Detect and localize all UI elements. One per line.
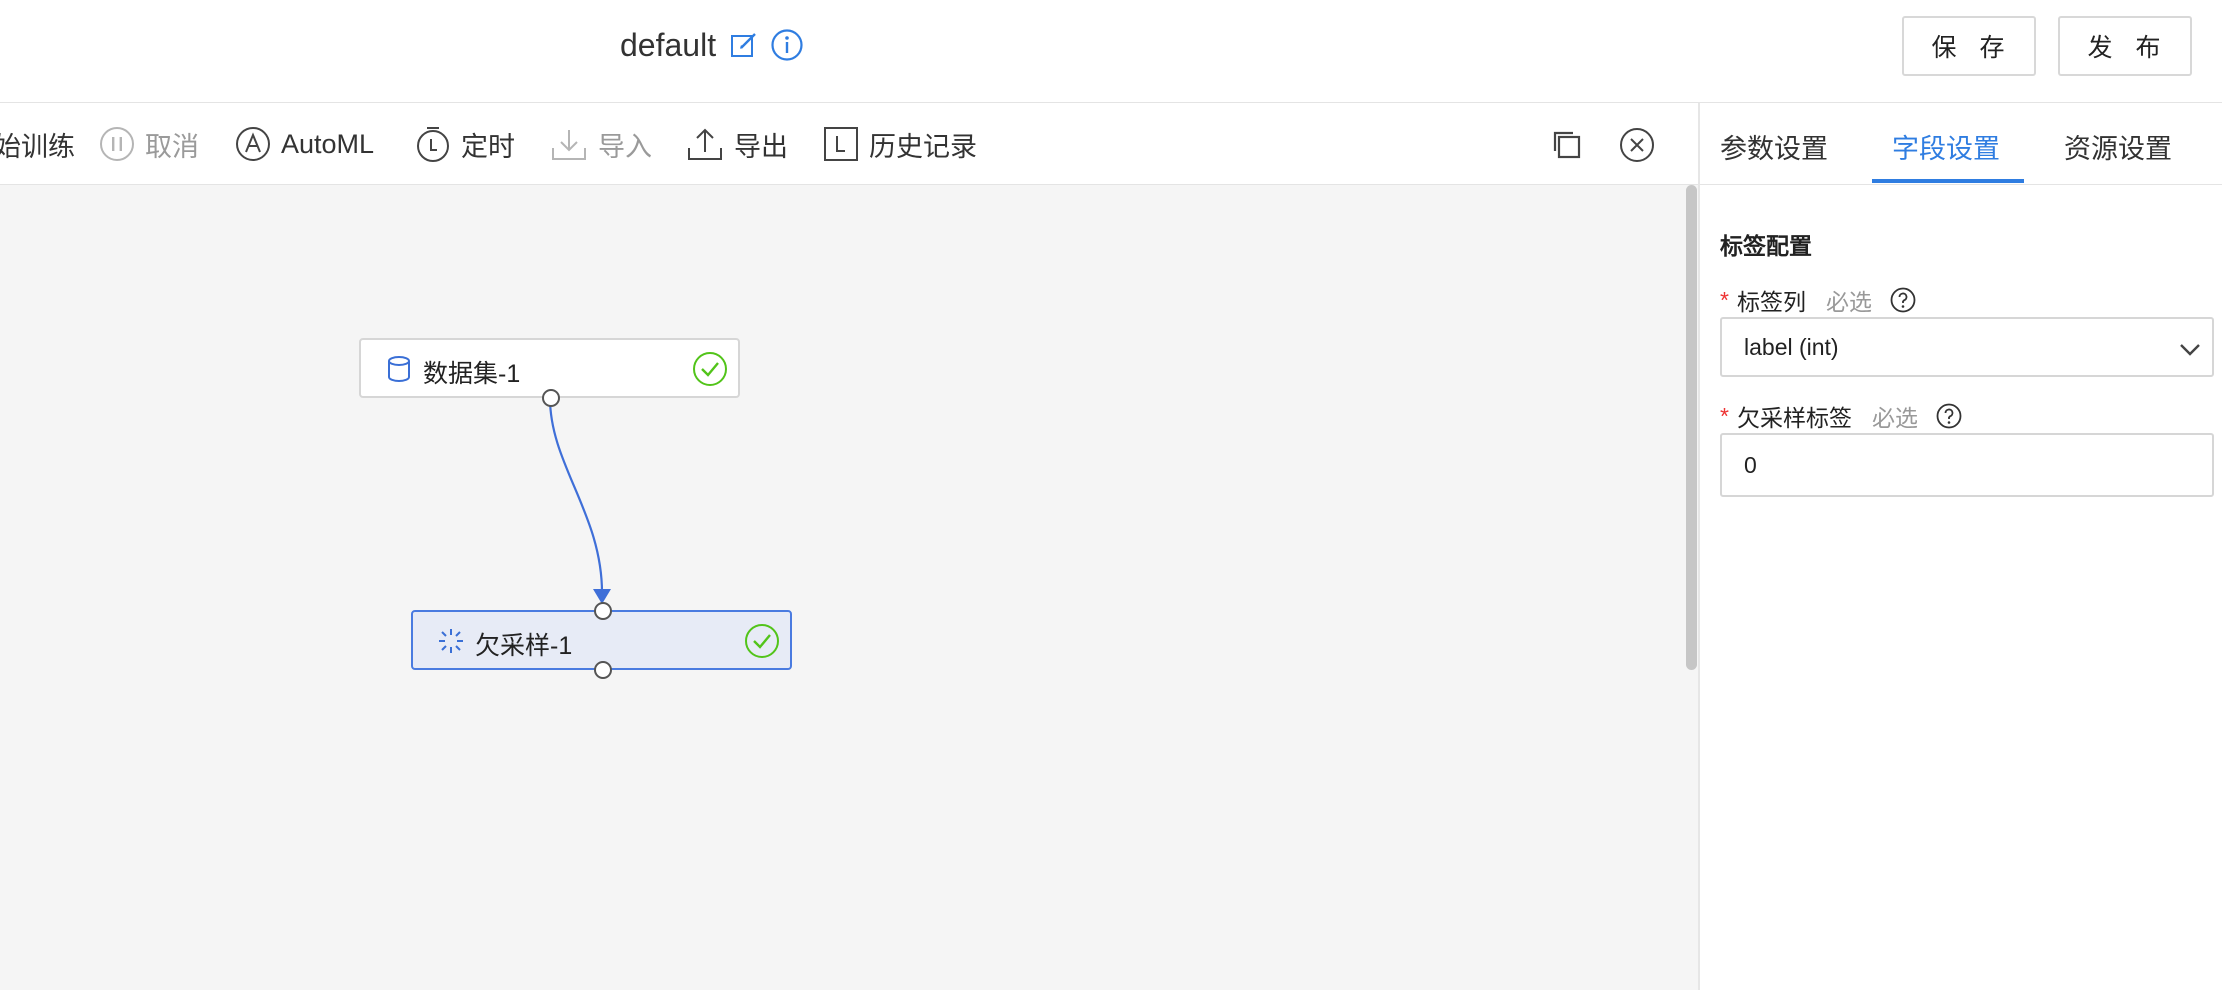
node-undersample[interactable]: 欠采样-1 (411, 602, 792, 679)
title-group: default (620, 22, 804, 68)
page-title: default (620, 26, 717, 63)
import-label: 导入 (598, 131, 652, 162)
copy-icon[interactable] (1549, 127, 1585, 163)
export-label: 导出 (734, 131, 788, 162)
automl-label: AutoML (281, 128, 375, 159)
tab-params[interactable]: 参数设置 (1720, 127, 1828, 166)
help-icon[interactable] (1890, 287, 1916, 313)
export-button[interactable]: 导出 (686, 123, 788, 165)
publish-button[interactable]: 发 布 (2058, 16, 2192, 76)
cancel-label: 取消 (145, 131, 199, 162)
chevron-down-icon (2180, 344, 2200, 356)
label-column-value: label (int) (1744, 333, 1839, 360)
canvas-toolbar: 始训练 取消 AutoML 定时 导入 导出 历史记录 (0, 103, 1698, 185)
automl-icon (236, 127, 270, 161)
label-column-label: 标签列 (1736, 289, 1806, 315)
success-check-icon (745, 624, 779, 658)
undersample-label-value: 0 (1744, 451, 1757, 478)
required-hint: 必选 (1825, 289, 1872, 315)
cancel-button[interactable]: 取消 (99, 123, 199, 165)
info-icon[interactable] (770, 28, 804, 62)
timer-icon (417, 127, 449, 162)
edge-layer (548, 397, 611, 604)
undersample-label-input[interactable]: 0 (1720, 433, 2214, 497)
schedule-label: 定时 (461, 131, 515, 162)
close-icon[interactable] (1619, 127, 1655, 163)
required-mark: * (1720, 402, 1729, 429)
output-port[interactable] (542, 389, 560, 407)
save-button[interactable]: 保 存 (1902, 16, 2036, 76)
tab-resources[interactable]: 资源设置 (2064, 127, 2172, 166)
export-icon (688, 128, 722, 160)
workflow-canvas[interactable]: 数据集-1 欠采样-1 (0, 185, 1685, 990)
required-mark: * (1720, 286, 1729, 313)
edit-icon[interactable] (730, 31, 758, 59)
start-training-button[interactable]: 始训练 (0, 123, 75, 165)
undersample-label: 欠采样标签 (1736, 405, 1852, 431)
schedule-button[interactable]: 定时 (415, 123, 515, 165)
label-column-select[interactable]: label (int) (1720, 317, 2214, 377)
header-bar: default 保 存 发 布 (0, 0, 2222, 103)
database-icon (388, 356, 410, 382)
node-label: 欠采样-1 (475, 632, 573, 660)
start-training-label: 始训练 (0, 131, 75, 162)
node-dataset[interactable]: 数据集-1 (359, 338, 740, 407)
active-tab-indicator (1872, 179, 2024, 183)
connection-edge (548, 397, 604, 596)
section-title: 标签配置 (1720, 233, 1812, 259)
node-label: 数据集-1 (423, 360, 521, 388)
automl-button[interactable]: AutoML (235, 123, 374, 165)
settings-tabs: 参数设置 字段设置 资源设置 (1700, 103, 2222, 185)
history-label: 历史记录 (869, 131, 977, 162)
undersample-icon (439, 629, 463, 653)
output-port[interactable] (594, 661, 612, 679)
success-check-icon (693, 352, 727, 386)
field-label-undersample: * 欠采样标签 必选 (1720, 399, 1962, 433)
history-button[interactable]: 历史记录 (823, 123, 977, 165)
history-icon (824, 127, 858, 161)
import-button[interactable]: 导入 (550, 123, 652, 165)
help-icon[interactable] (1936, 403, 1962, 429)
settings-panel: 参数设置 字段设置 资源设置 标签配置 * 标签列 必选 label (int)… (1700, 103, 2222, 990)
pause-icon (100, 127, 134, 161)
import-icon (552, 130, 586, 160)
tab-fields[interactable]: 字段设置 (1892, 127, 2000, 166)
field-label-label-column: * 标签列 必选 (1720, 283, 1916, 317)
required-hint: 必选 (1871, 405, 1918, 431)
input-port[interactable] (594, 602, 612, 620)
canvas-scrollbar[interactable] (1686, 185, 1697, 670)
